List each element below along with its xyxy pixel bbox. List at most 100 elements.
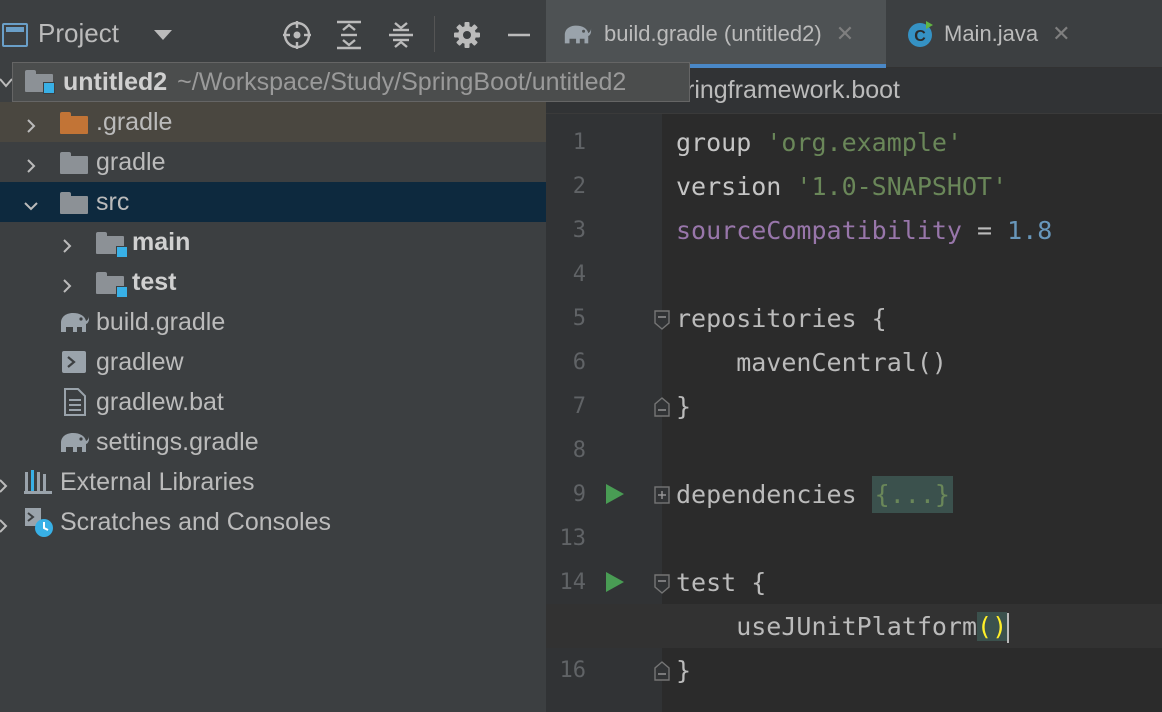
editor-tab-bar: build.gradle (untitled2) ✕ C Main.java ✕ (546, 0, 1162, 68)
code-line-14[interactable]: test { (676, 561, 766, 605)
collapse-all-icon[interactable] (384, 18, 418, 52)
chevron-right-icon[interactable] (22, 153, 40, 173)
code-operator: = (961, 216, 1008, 245)
folder-orange-icon (60, 110, 90, 136)
tab-label: build.gradle (untitled2) (604, 21, 822, 46)
tree-item-gradlew-bat[interactable]: gradlew.bat (0, 382, 546, 422)
code-token: } (676, 656, 692, 685)
chevron-down-icon[interactable] (154, 30, 172, 40)
tree-item-build-gradle[interactable]: build.gradle (0, 302, 546, 342)
tab-main-java[interactable]: C Main.java ✕ (894, 0, 1094, 68)
tab-build-gradle[interactable]: build.gradle (untitled2) ✕ (546, 0, 886, 68)
code-token: useJUnitPlatform (676, 612, 978, 641)
code-line-9[interactable]: dependencies {...} (676, 473, 953, 517)
tree-item-label: test (132, 267, 177, 296)
close-icon[interactable]: ✕ (1052, 21, 1070, 47)
tree-item-src[interactable]: src (0, 182, 546, 222)
folder-icon (60, 190, 90, 216)
chevron-down-icon[interactable] (22, 193, 40, 211)
gradle-elephant-icon (58, 310, 89, 336)
code-token: version (676, 172, 782, 201)
tree-item-label: .gradle (96, 107, 173, 136)
code-line-16[interactable]: } (676, 649, 691, 693)
tree-item-main[interactable]: main (0, 222, 546, 262)
text-file-icon (64, 388, 94, 416)
gradle-elephant-icon (58, 430, 89, 456)
tree-item-label: gradlew (96, 347, 184, 376)
editor-area: build.gradle (untitled2) ✕ C Main.java ✕… (546, 0, 1162, 712)
line-number: 3 (572, 218, 586, 243)
line-number: 7 (572, 394, 586, 419)
expand-all-icon[interactable] (332, 18, 366, 52)
tree-item-test[interactable]: test (0, 262, 546, 302)
code-token: repositories { (676, 304, 887, 333)
code-string: 'org.example' (766, 128, 962, 157)
code-string: '1.0-SNAPSHOT' (796, 172, 1008, 201)
code-line-15[interactable]: useJUnitPlatform() (676, 605, 1010, 649)
test-folder-icon (96, 270, 128, 298)
project-panel-header: Project (0, 0, 546, 66)
chevron-right-icon[interactable] (58, 233, 76, 253)
line-number: 16 (559, 658, 587, 683)
code-token: group (676, 128, 752, 157)
code-line-6[interactable]: mavenCentral() (676, 341, 947, 385)
project-view-title[interactable]: Project (38, 18, 119, 49)
line-number: 8 (572, 438, 586, 463)
hide-icon[interactable] (502, 18, 536, 52)
gear-icon[interactable] (450, 18, 484, 52)
code-line-7[interactable]: } (676, 385, 691, 429)
line-number: 4 (572, 262, 586, 287)
tree-item-label: External Libraries (60, 467, 255, 496)
code-token: dependencies (676, 480, 872, 509)
locate-icon[interactable] (280, 18, 314, 52)
terminal-icon (62, 350, 92, 376)
scratches-icon (24, 507, 54, 537)
tree-item-gradlew[interactable]: gradlew (0, 342, 546, 382)
tree-item-label: gradlew.bat (96, 387, 224, 416)
code-editor[interactable]: group 'org.example' version '1.0-SNAPSHO… (546, 114, 1162, 712)
code-line-1[interactable]: group 'org.example' (676, 121, 962, 165)
code-token: mavenCentral() (676, 348, 947, 377)
line-number: 13 (559, 526, 587, 551)
matched-parens: () (977, 612, 1008, 641)
line-number: 9 (572, 482, 586, 507)
tree-item-gradle[interactable]: gradle (0, 142, 546, 182)
chevron-down-icon[interactable] (0, 76, 13, 95)
run-icon[interactable] (606, 484, 624, 504)
source-folder-icon (96, 230, 128, 258)
breadcrumb-item[interactable]: ringframework.boot (686, 76, 900, 105)
code-property: sourceCompatibility (676, 216, 962, 245)
run-icon[interactable] (606, 572, 624, 592)
folder-icon (60, 150, 90, 176)
project-root-name: untitled2 (63, 67, 168, 96)
folded-region[interactable]: {...} (871, 476, 953, 513)
toolbar-separator (434, 16, 435, 52)
chevron-right-icon[interactable] (22, 113, 40, 133)
line-number: 6 (572, 350, 586, 375)
project-root-row[interactable]: untitled2 ~/Workspace/Study/SpringBoot/u… (12, 62, 690, 102)
code-number: 1.8 (1007, 216, 1053, 245)
tree-item-settings-gradle[interactable]: settings.gradle (0, 422, 546, 462)
tree-item-label: build.gradle (96, 307, 226, 336)
code-line-2[interactable]: version '1.0-SNAPSHOT' (676, 165, 1007, 209)
svg-text:C: C (914, 28, 926, 45)
chevron-right-icon[interactable] (0, 513, 12, 533)
code-line-5[interactable]: repositories { (676, 297, 887, 341)
tree-item-scratches[interactable]: Scratches and Consoles (0, 502, 546, 542)
tree-item-label: Scratches and Consoles (60, 507, 331, 536)
line-number: 5 (572, 306, 586, 331)
gradle-elephant-icon (562, 22, 592, 46)
module-folder-icon (25, 68, 55, 96)
libraries-icon (24, 469, 54, 495)
tree-item-external-libraries[interactable]: External Libraries (0, 462, 546, 502)
chevron-right-icon[interactable] (58, 273, 76, 293)
tab-label: Main.java (944, 21, 1039, 46)
tree-item-dot-gradle[interactable]: .gradle (0, 102, 546, 142)
project-window-icon (2, 23, 28, 47)
chevron-right-icon[interactable] (0, 473, 12, 493)
code-line-3[interactable]: sourceCompatibility = 1.8 (676, 209, 1052, 253)
line-number: 2 (572, 174, 586, 199)
close-icon[interactable]: ✕ (836, 21, 854, 47)
tree-item-label: src (96, 187, 130, 216)
project-tool-window: Project untitled2 ~/Workspace/Study/Spri… (0, 0, 690, 712)
